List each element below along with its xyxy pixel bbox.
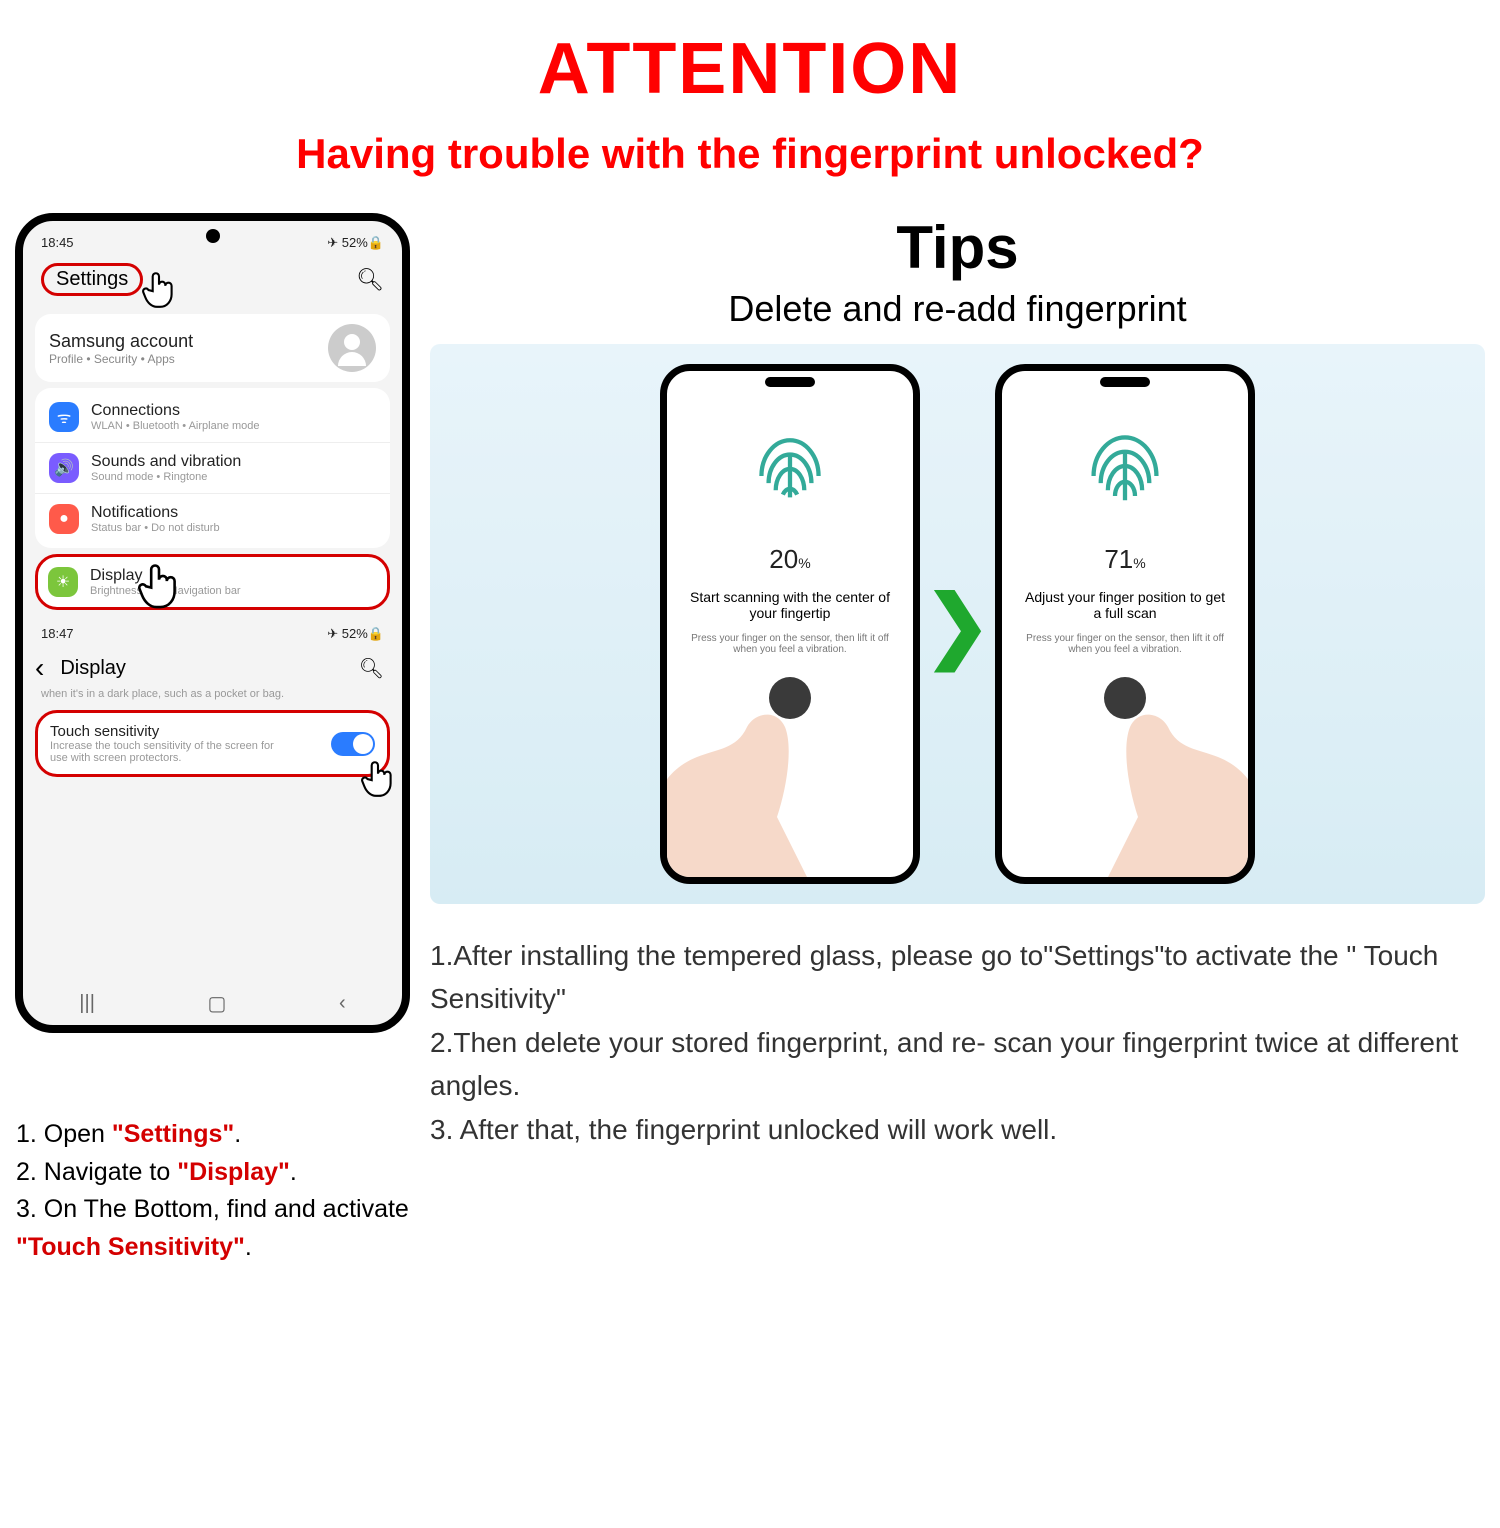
home-icon[interactable]: ▢ (208, 991, 227, 1016)
left-step-3: 3. On The Bottom, find and activate "Tou… (16, 1191, 409, 1266)
hand-holding-icon (660, 657, 857, 884)
truncated-text: when it's in a dark place, such as a poc… (23, 688, 402, 706)
scan-line1: Start scanning with the center of your f… (667, 589, 913, 621)
item-sub: Sound mode • Ringtone (91, 471, 241, 483)
settings-highlight[interactable]: Settings (41, 263, 143, 296)
recent-icon[interactable]: ||| (79, 992, 95, 1015)
right-instructions: 1.After installing the tempered glass, p… (430, 934, 1485, 1151)
status-bar-2: 18:47 ✈ 52%🔒 (23, 616, 402, 646)
item-title: Connections (91, 402, 260, 420)
right-step-2: 2.Then delete your stored fingerprint, a… (430, 1021, 1485, 1108)
notification-icon: ● (49, 504, 79, 534)
pointer-icon (133, 559, 185, 616)
display-heading: Display (60, 657, 126, 680)
back-icon[interactable]: ‹ (35, 652, 44, 684)
pointer-icon (138, 268, 180, 316)
touch-sens-title: Touch sensitivity (50, 723, 290, 740)
item-title: Sounds and vibration (91, 453, 241, 471)
back-nav-icon[interactable]: ‹ (339, 992, 346, 1015)
tips-sub: Delete and re-add fingerprint (430, 288, 1485, 330)
android-navbar: ||| ▢ ‹ (23, 981, 402, 1025)
account-sub: Profile • Security • Apps (49, 352, 193, 366)
sounds-item[interactable]: 🔊 Sounds and vibration Sound mode • Ring… (35, 443, 390, 494)
attention-subtitle: Having trouble with the fingerprint unlo… (0, 130, 1500, 178)
status-time: 18:45 (41, 235, 74, 251)
hand-holding-icon (1058, 657, 1255, 884)
attention-title: ATTENTION (0, 28, 1500, 110)
scan-line2: Press your finger on the sensor, then li… (1002, 633, 1248, 655)
avatar-icon (328, 324, 376, 372)
touch-sens-toggle[interactable] (331, 732, 375, 756)
scan-percent: 71% (1104, 544, 1145, 575)
fingerprint-icon (745, 426, 835, 526)
display-header: ‹ Display 🔍︎ (23, 646, 402, 688)
status-time-2: 18:47 (41, 626, 74, 642)
camera-notch (1100, 377, 1150, 387)
camera-notch (206, 229, 220, 243)
settings-label: Settings (56, 268, 128, 290)
tips-heading: Tips (430, 213, 1485, 282)
touch-sens-sub: Increase the touch sensitivity of the sc… (50, 740, 290, 764)
account-card[interactable]: Samsung account Profile • Security • App… (35, 314, 390, 382)
display-highlight[interactable]: ☀ Display Brightness eld • Navigation ba… (35, 554, 390, 610)
arrow-icon: ❯ (924, 578, 991, 671)
pointer-icon (357, 757, 399, 804)
scan-percent: 20% (769, 544, 810, 575)
search-icon[interactable]: 🔍︎ (359, 656, 384, 681)
sound-icon: 🔊 (49, 453, 79, 483)
right-step-1: 1.After installing the tempered glass, p… (430, 934, 1485, 1021)
right-step-3: 3. After that, the fingerprint unlocked … (430, 1108, 1485, 1151)
status-indicators-2: ✈ 52%🔒 (327, 626, 384, 642)
left-step-2: 2. Navigate to "Display". (16, 1154, 409, 1192)
item-sub: WLAN • Bluetooth • Airplane mode (91, 420, 260, 432)
scan-line2: Press your finger on the sensor, then li… (667, 633, 913, 655)
scan-phone-left: 20% Start scanning with the center of yo… (660, 364, 920, 884)
scan-line1: Adjust your finger position to get a ful… (1002, 589, 1248, 621)
notifications-item[interactable]: ● Notifications Status bar • Do not dist… (35, 494, 390, 544)
settings-list: ᯤ Connections WLAN • Bluetooth • Airplan… (35, 388, 390, 548)
wifi-icon: ᯤ (49, 402, 79, 432)
left-instructions: 1. Open "Settings". 2. Navigate to "Disp… (16, 1116, 409, 1266)
fingerprint-scan-panel: 20% Start scanning with the center of yo… (430, 344, 1485, 904)
left-step-1: 1. Open "Settings". (16, 1116, 409, 1154)
touch-sensitivity-highlight[interactable]: Touch sensitivity Increase the touch sen… (35, 710, 390, 777)
fingerprint-icon (1080, 426, 1170, 526)
settings-phone-mockup: 18:45 ✈ 52%🔒 Settings 🔍︎ Samsung account… (15, 213, 410, 1033)
search-icon[interactable]: 🔍︎ (356, 267, 384, 293)
connections-item[interactable]: ᯤ Connections WLAN • Bluetooth • Airplan… (35, 392, 390, 443)
item-sub: Status bar • Do not disturb (91, 522, 220, 534)
brightness-icon: ☀ (48, 567, 78, 597)
item-title: Notifications (91, 504, 220, 522)
camera-notch (765, 377, 815, 387)
account-title: Samsung account (49, 331, 193, 352)
scan-phone-right: 71% Adjust your finger position to get a… (995, 364, 1255, 884)
status-indicators: ✈ 52%🔒 (327, 235, 384, 251)
